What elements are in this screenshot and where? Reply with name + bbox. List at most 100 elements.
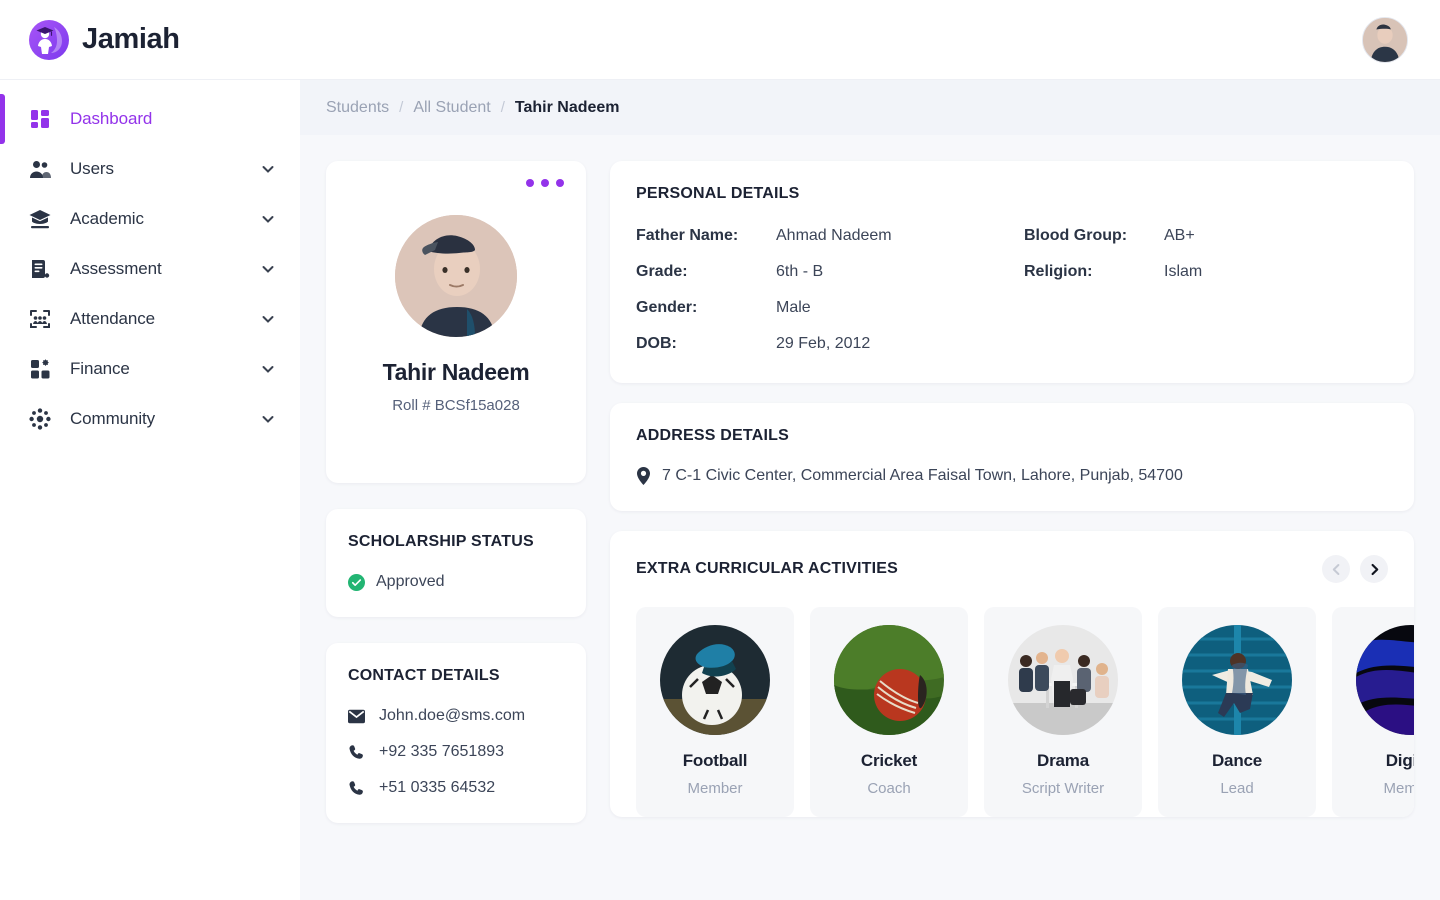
- field-value: Male: [776, 299, 811, 316]
- activity-card-football[interactable]: Football Member: [636, 607, 794, 817]
- chevron-down-icon[interactable]: [260, 361, 276, 377]
- user-avatar-button[interactable]: [1362, 16, 1408, 63]
- phone-icon: [349, 780, 363, 795]
- chevron-down-icon[interactable]: [260, 211, 276, 227]
- activity-role: Member: [1383, 780, 1414, 797]
- field-father-name: Father Name: Ahmad Nadeem: [636, 227, 1000, 245]
- sidebar-item-community[interactable]: Community: [0, 394, 300, 444]
- sidebar-item-assessment[interactable]: Assessment: [0, 244, 300, 294]
- activities-carousel[interactable]: Football Member Cricket Coach Drama Scri…: [636, 607, 1414, 817]
- activity-name: Digital: [1385, 751, 1414, 770]
- activity-card-digital[interactable]: Digital Member: [1332, 607, 1414, 817]
- more-options-icon[interactable]: [526, 179, 564, 187]
- active-indicator: [0, 394, 5, 444]
- contact-email-row[interactable]: John.doe@sms.com: [348, 707, 564, 725]
- left-column: Tahir Nadeem Roll # BCSf15a028 SCHOLARSH…: [326, 161, 586, 900]
- contact-email-value: John.doe@sms.com: [379, 707, 526, 724]
- dot: [556, 179, 564, 187]
- field-value: 29 Feb, 2012: [776, 335, 871, 352]
- chevron-down-icon[interactable]: [260, 261, 276, 277]
- breadcrumb-item-all-student[interactable]: All Student: [413, 99, 490, 117]
- status-badge: Approved: [348, 573, 564, 591]
- activity-card-dance[interactable]: Dance Lead: [1158, 607, 1316, 817]
- field-label: DOB:: [636, 335, 677, 352]
- activity-card-drama[interactable]: Drama Script Writer: [984, 607, 1142, 817]
- chevron-down-icon[interactable]: [260, 311, 276, 327]
- breadcrumb-item-current: Tahir Nadeem: [514, 98, 620, 116]
- sidebar-item-academic[interactable]: Academic: [0, 194, 300, 244]
- address-details-title: ADDRESS DETAILS: [636, 427, 789, 444]
- dot: [526, 179, 534, 187]
- contact-phone-row-2[interactable]: +51 0335 64532: [348, 779, 564, 797]
- graduation-cap-icon: [29, 210, 51, 229]
- contact-title: CONTACT DETAILS: [348, 667, 500, 684]
- field-value: Islam: [1164, 263, 1203, 280]
- sidebar-item-attendance[interactable]: Attendance: [0, 294, 300, 344]
- carousel-prev-button[interactable]: [1322, 555, 1350, 583]
- dashboard-icon: [31, 110, 49, 128]
- contact-phone-row-1[interactable]: +92 335 7651893: [348, 743, 564, 761]
- field-religion: Religion: Islam: [1024, 263, 1388, 281]
- active-indicator: [0, 294, 5, 344]
- community-icon: [29, 408, 51, 430]
- field-dob: DOB: 29 Feb, 2012: [636, 335, 1000, 353]
- digital-art-photo: [1356, 625, 1414, 735]
- active-indicator: [0, 144, 5, 194]
- address-row: 7 C-1 Civic Center, Commercial Area Fais…: [636, 467, 1388, 485]
- active-indicator: [0, 94, 5, 144]
- sidebar-item-label: Assessment: [70, 259, 162, 278]
- sidebar-item-label: Dashboard: [70, 109, 153, 128]
- scholarship-title: SCHOLARSHIP STATUS: [348, 533, 534, 550]
- activity-role: Lead: [1220, 780, 1254, 797]
- sidebar-item-label: Attendance: [70, 309, 156, 328]
- page-body: Dashboard Users Academic Assessment Atte…: [0, 80, 1440, 900]
- sidebar-item-label: Users: [70, 159, 114, 178]
- contact-phone-value: +51 0335 64532: [379, 779, 496, 796]
- chevron-down-icon[interactable]: [260, 161, 276, 177]
- scholarship-status-card: SCHOLARSHIP STATUS Approved: [326, 509, 586, 617]
- breadcrumb-separator: /: [399, 99, 404, 116]
- field-blood-group: Blood Group: AB+: [1024, 227, 1388, 245]
- activity-card-cricket[interactable]: Cricket Coach: [810, 607, 968, 817]
- field-value: Ahmad Nadeem: [776, 227, 892, 244]
- activity-role: Script Writer: [1021, 780, 1105, 797]
- sidebar-item-dashboard[interactable]: Dashboard: [0, 94, 300, 144]
- extra-curricular-title: EXTRA CURRICULAR ACTIVITIES: [636, 560, 898, 577]
- chevron-down-icon[interactable]: [260, 411, 276, 427]
- active-indicator: [0, 194, 5, 244]
- grid-spacer: [1024, 299, 1388, 317]
- phone-icon: [349, 744, 363, 759]
- sidebar-nav: Dashboard Users Academic Assessment Atte…: [0, 80, 300, 900]
- activity-role: Coach: [867, 780, 911, 797]
- activity-name: Football: [682, 751, 748, 770]
- personal-details-grid: Father Name: Ahmad Nadeem Blood Group: A…: [636, 227, 1388, 353]
- field-label: Grade:: [636, 263, 688, 280]
- field-label: Gender:: [636, 299, 698, 316]
- address-details-card: ADDRESS DETAILS 7 C-1 Civic Center, Comm…: [610, 403, 1414, 511]
- contact-details-card: CONTACT DETAILS John.doe@sms.com +92 335…: [326, 643, 586, 823]
- address-value: 7 C-1 Civic Center, Commercial Area Fais…: [662, 467, 1183, 484]
- sidebar-item-label: Finance: [70, 359, 130, 378]
- breadcrumb-item-students[interactable]: Students: [326, 99, 389, 117]
- extra-curricular-card: EXTRA CURRICULAR ACTIVITIES Football Mem…: [610, 531, 1414, 817]
- carousel-next-button[interactable]: [1360, 555, 1388, 583]
- personal-details-card: PERSONAL DETAILS Father Name: Ahmad Nade…: [610, 161, 1414, 383]
- chevron-left-icon: [1332, 563, 1339, 575]
- brand-logo[interactable]: Jamiah: [28, 19, 180, 61]
- breadcrumb-separator: /: [500, 99, 505, 116]
- document-icon: [32, 260, 50, 278]
- graduate-logo-icon: [29, 19, 69, 60]
- activity-name: Dance: [1211, 751, 1263, 770]
- personal-details-title: PERSONAL DETAILS: [636, 185, 800, 202]
- content-panes: Tahir Nadeem Roll # BCSf15a028 SCHOLARSH…: [300, 135, 1440, 900]
- activity-name: Cricket: [860, 751, 918, 770]
- sidebar-item-users[interactable]: Users: [0, 144, 300, 194]
- sidebar-item-finance[interactable]: Finance: [0, 344, 300, 394]
- field-label: Father Name:: [636, 227, 739, 244]
- grid-spacer: [1024, 335, 1388, 353]
- breadcrumb: Students / All Student / Tahir Nadeem: [300, 80, 1440, 135]
- avatar-image: [1363, 17, 1407, 62]
- field-label: Religion:: [1024, 263, 1093, 280]
- active-indicator: [0, 344, 5, 394]
- top-bar: Jamiah: [0, 0, 1440, 80]
